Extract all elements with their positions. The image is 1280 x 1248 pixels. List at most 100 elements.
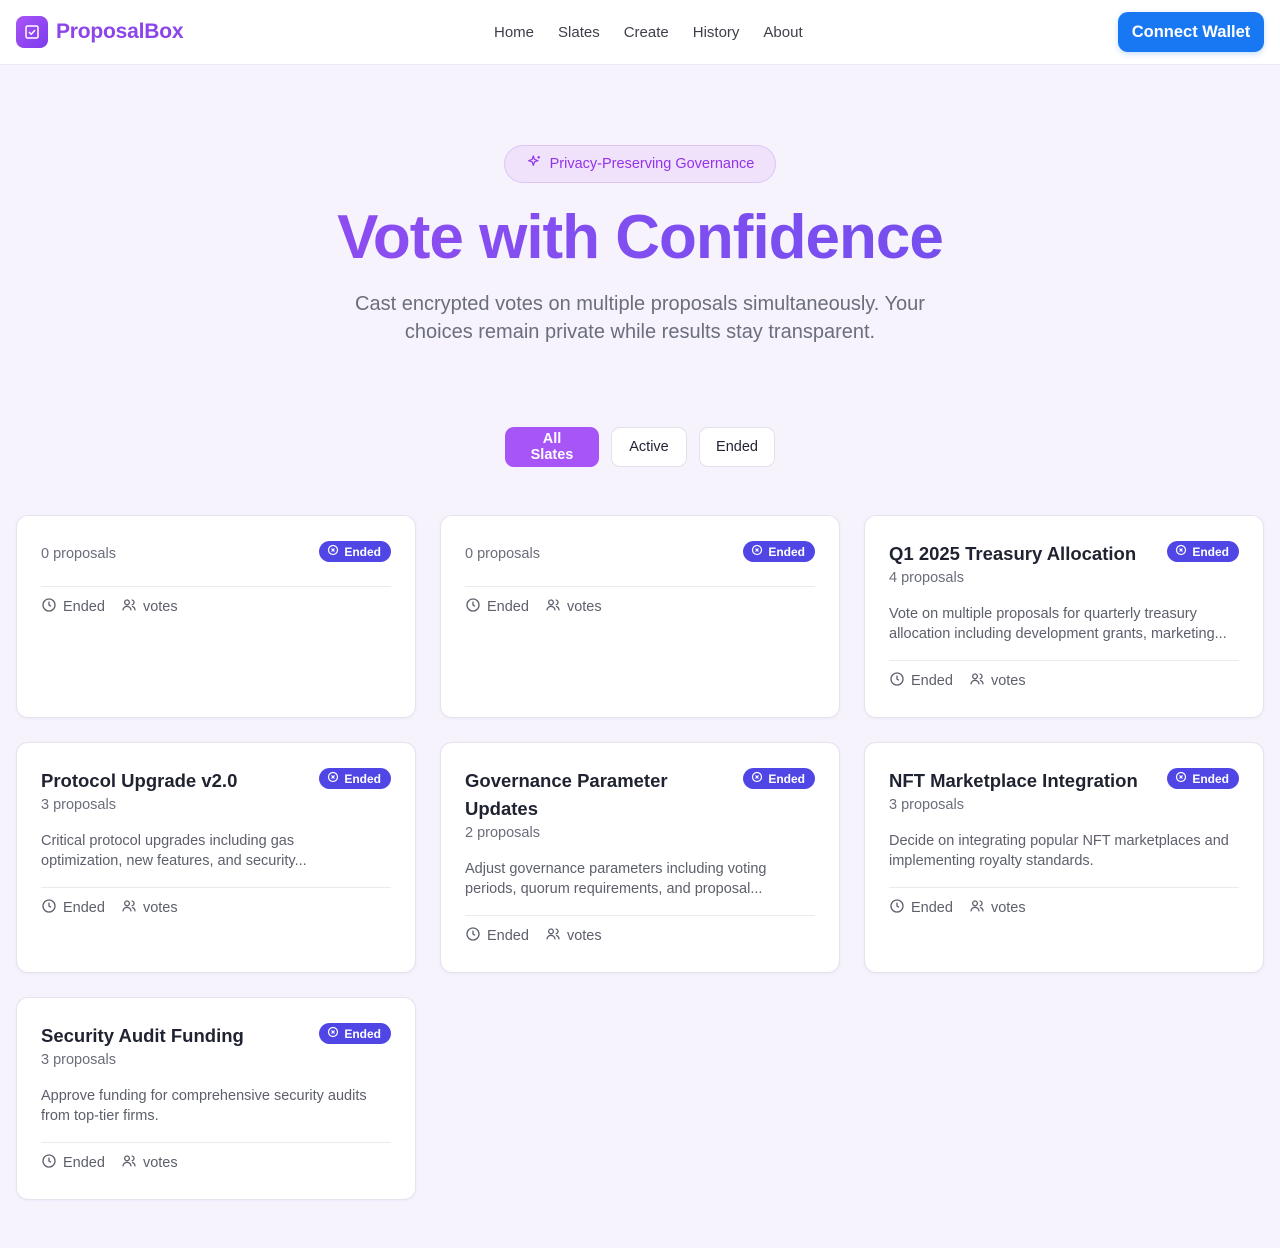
vote-count: votes	[990, 900, 1026, 916]
slate-description: Approve funding for comprehensive securi…	[41, 1086, 391, 1126]
nav-create[interactable]: Create	[624, 24, 669, 41]
badge-label: Privacy-Preserving Governance	[549, 156, 755, 172]
privacy-badge: Privacy-Preserving Governance	[504, 145, 776, 183]
status-badge: Ended	[743, 768, 815, 789]
hero-subtitle-line-1: Cast encrypted votes on multiple proposa…	[355, 293, 925, 315]
card-footer: Ended votes	[889, 898, 1239, 918]
brand-name: ProposalBox	[56, 20, 184, 43]
slate-title: Security Audit Funding	[41, 1025, 244, 1046]
x-circle-icon	[751, 771, 763, 786]
clock-icon	[41, 597, 57, 617]
x-circle-icon	[327, 771, 339, 786]
x-circle-icon	[327, 1026, 339, 1041]
slate-description: Critical protocol upgrades including gas…	[41, 831, 391, 871]
nav-slates[interactable]: Slates	[558, 24, 600, 41]
x-circle-icon	[751, 544, 763, 559]
slate-card[interactable]: Q1 2025 Treasury Allocation 4 proposals …	[864, 515, 1264, 718]
slate-description: Decide on integrating popular NFT market…	[889, 831, 1239, 871]
proposal-count: 3 proposals	[889, 797, 964, 813]
description-line: Critical protocol upgrades including gas	[41, 833, 295, 849]
time-status: Ended	[63, 1155, 105, 1171]
slate-title: Q1 2025 Treasury Allocation	[889, 543, 1137, 564]
description-line: from top-tier firms.	[41, 1108, 159, 1124]
clock-icon	[889, 898, 905, 918]
connect-wallet-button[interactable]: Connect Wallet	[1118, 12, 1264, 52]
filter-active[interactable]: Active	[611, 427, 687, 467]
card-divider	[889, 887, 1239, 888]
card-divider	[465, 586, 815, 587]
slate-card[interactable]: Protocol Upgrade v2.0 3 proposals Critic…	[16, 742, 416, 973]
vote-count: votes	[142, 900, 178, 916]
status-badge: Ended	[319, 1023, 391, 1044]
slate-title: NFT Marketplace Integration	[889, 770, 1138, 791]
clock-icon	[41, 1153, 57, 1173]
card-footer: Ended votes	[465, 597, 815, 617]
users-icon	[121, 898, 137, 918]
slate-description: Vote on multiple proposals for quarterly…	[889, 604, 1239, 644]
vote-count: votes	[142, 599, 178, 615]
description-line: optimization, new features, and security…	[41, 853, 307, 869]
status-label: Ended	[344, 1026, 381, 1041]
clock-icon	[465, 597, 481, 617]
x-circle-icon	[1175, 771, 1187, 786]
proposal-count: 4 proposals	[889, 570, 964, 586]
status-badge: Ended	[1167, 541, 1239, 562]
status-badge: Ended	[319, 541, 391, 562]
description-line: Approve funding for comprehensive securi…	[41, 1088, 367, 1104]
description-line: Vote on multiple proposals for quarterly…	[889, 606, 1197, 622]
card-footer: Ended votes	[465, 926, 815, 946]
nav-home[interactable]: Home	[494, 24, 534, 41]
clock-icon	[889, 671, 905, 691]
main-nav: Home Slates Create History About	[494, 0, 803, 64]
description-line: allocation including development grants,…	[889, 626, 1227, 642]
slate-card[interactable]: Security Audit Funding 3 proposals Appro…	[16, 997, 416, 1200]
status-label: Ended	[344, 544, 381, 559]
ballot-box-icon	[16, 16, 48, 48]
time-status: Ended	[487, 928, 529, 944]
vote-count: votes	[990, 673, 1026, 689]
card-divider	[889, 660, 1239, 661]
proposal-count: 2 proposals	[465, 825, 540, 841]
slate-card[interactable]: 0 proposals Ended Ended votes	[440, 515, 840, 718]
title-line: Updates	[465, 798, 538, 819]
status-label: Ended	[768, 544, 805, 559]
time-status: Ended	[63, 599, 105, 615]
description-line: Adjust governance parameters including v…	[465, 861, 767, 877]
filter-all-slates[interactable]: All Slates	[505, 427, 599, 467]
x-circle-icon	[1175, 544, 1187, 559]
slate-title: Protocol Upgrade v2.0	[41, 770, 238, 791]
slate-title: Governance Parameter Updates	[465, 767, 725, 823]
filter-ended[interactable]: Ended	[699, 427, 775, 467]
card-footer: Ended votes	[41, 1153, 391, 1173]
users-icon	[545, 597, 561, 617]
card-footer: Ended votes	[889, 671, 1239, 691]
title-line: Governance Parameter	[465, 770, 668, 791]
users-icon	[545, 926, 561, 946]
slate-card[interactable]: Governance Parameter Updates 2 proposals…	[440, 742, 840, 973]
top-navbar: ProposalBox Home Slates Create History A…	[0, 0, 1280, 65]
status-label: Ended	[1192, 544, 1229, 559]
time-status: Ended	[911, 673, 953, 689]
hero-title: Vote with Confidence	[0, 200, 1280, 276]
users-icon	[969, 671, 985, 691]
nav-history[interactable]: History	[693, 24, 740, 41]
description-line: implementing royalty standards.	[889, 853, 1094, 869]
clock-icon	[41, 898, 57, 918]
slate-card[interactable]: 0 proposals Ended Ended votes	[16, 515, 416, 718]
status-badge: Ended	[319, 768, 391, 789]
slate-filter-group: All Slates Active Ended	[0, 427, 1280, 467]
time-status: Ended	[487, 599, 529, 615]
card-divider	[41, 586, 391, 587]
nav-about[interactable]: About	[763, 24, 802, 41]
users-icon	[121, 1153, 137, 1173]
proposal-count: 3 proposals	[41, 1052, 116, 1068]
status-label: Ended	[768, 771, 805, 786]
description-line: periods, quorum requirements, and propos…	[465, 881, 763, 897]
status-badge: Ended	[743, 541, 815, 562]
users-icon	[121, 597, 137, 617]
slate-description: Adjust governance parameters including v…	[465, 859, 815, 899]
slate-card[interactable]: NFT Marketplace Integration 3 proposals …	[864, 742, 1264, 973]
description-line: Decide on integrating popular NFT market…	[889, 833, 1229, 849]
card-divider	[465, 915, 815, 916]
brand[interactable]: ProposalBox	[16, 16, 184, 48]
